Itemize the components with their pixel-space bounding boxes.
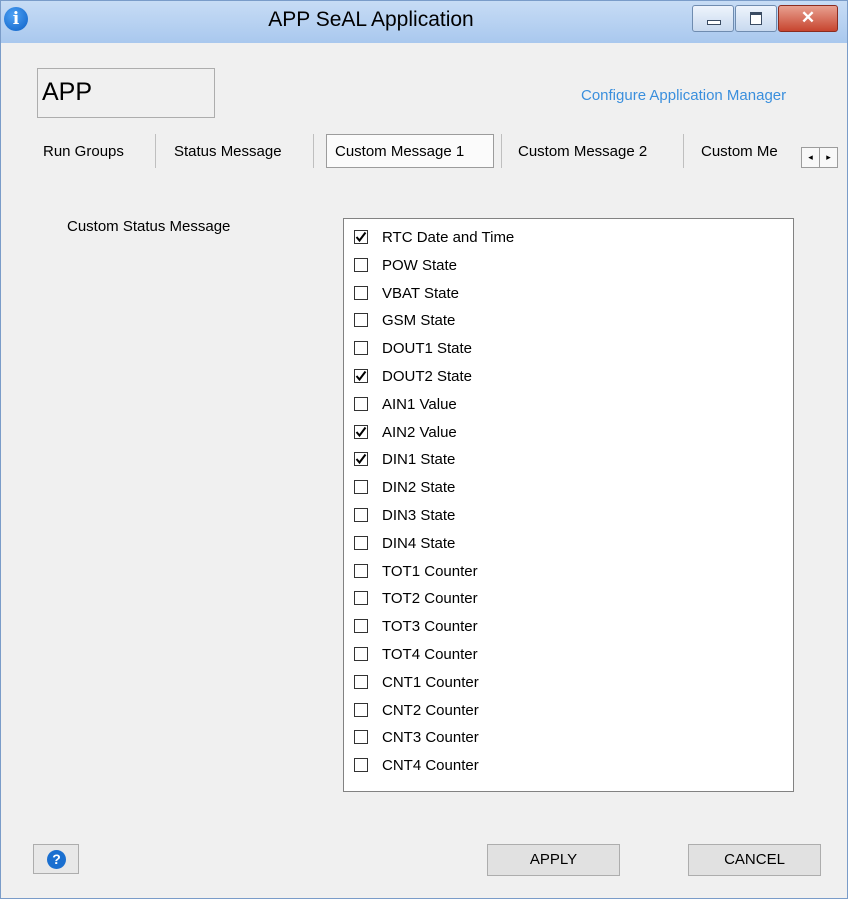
checkbox[interactable] (354, 619, 368, 634)
maximize-icon (750, 12, 762, 25)
checkbox[interactable] (354, 424, 368, 439)
list-item-label: CNT2 Counter (382, 701, 479, 719)
app-window: i APP SeAL Application ✕ APP Configure A… (0, 0, 848, 899)
list-item-label: CNT4 Counter (382, 757, 479, 775)
app-name-box: APP (37, 68, 215, 118)
list-item-label: POW State (382, 256, 458, 274)
maximize-button[interactable] (735, 5, 777, 32)
check-icon (355, 426, 367, 437)
help-button[interactable]: ? (33, 844, 79, 874)
checkbox[interactable] (354, 730, 368, 745)
custom-status-message-label: Custom Status Message (67, 218, 231, 235)
tab-custom-message-3[interactable]: Custom Me (701, 132, 799, 168)
check-icon (355, 370, 367, 382)
checkbox[interactable] (354, 535, 368, 550)
cancel-button[interactable]: CANCEL (688, 844, 821, 876)
checkbox[interactable] (354, 369, 368, 383)
list-item-label: DIN4 State (382, 534, 456, 552)
minimize-icon (707, 20, 721, 25)
help-icon: ? (47, 850, 66, 869)
list-item-label: DIN2 State (382, 479, 456, 497)
check-icon (355, 454, 367, 465)
list-item-label: CNT1 Counter (382, 673, 479, 691)
list-item-label: DIN1 State (382, 451, 456, 469)
checkbox[interactable] (354, 647, 368, 661)
tab-scroll-right-button[interactable]: ▸ (819, 147, 838, 168)
list-item-label: CNT3 Counter (382, 729, 479, 747)
checkbox[interactable] (354, 674, 368, 689)
list-item-label: RTC Date and Time (382, 229, 515, 246)
tab-divider (501, 134, 502, 168)
minimize-button[interactable] (692, 5, 734, 32)
tab-custom-message-2[interactable]: Custom Message 2 (518, 132, 647, 168)
list-item-label: GSM State (382, 312, 456, 330)
checkbox[interactable] (354, 230, 368, 244)
window-title: APP SeAL Application (268, 8, 474, 31)
list-item-label: DIN3 State (382, 507, 456, 524)
list-item-label: VBAT State (382, 284, 459, 302)
tab-divider (683, 134, 684, 168)
list-item-label: TOT2 Counter (382, 590, 478, 608)
checkbox[interactable] (354, 313, 368, 328)
configure-application-manager-link[interactable]: Configure Application Manager (581, 87, 786, 104)
checkbox[interactable] (354, 563, 368, 578)
custom-status-message-list[interactable]: RTC Date and Time POW State VBAT State GSM … (343, 218, 794, 792)
checkbox[interactable] (354, 591, 368, 606)
checkbox[interactable] (354, 396, 368, 411)
check-icon (355, 231, 367, 243)
checkbox[interactable] (354, 702, 368, 717)
checkbox[interactable] (354, 341, 368, 356)
apply-button[interactable]: APPLY (487, 844, 620, 876)
list-item-label: AIN2 Value (382, 423, 457, 441)
tab-run-groups[interactable]: Run Groups (43, 132, 124, 168)
checkbox[interactable] (354, 508, 368, 522)
tab-divider (155, 134, 156, 168)
tab-status-message[interactable]: Status Message (174, 132, 282, 168)
tab-divider (313, 134, 314, 168)
list-item-label: TOT4 Counter (382, 646, 478, 663)
list-item-label: AIN1 Value (382, 395, 457, 413)
title-bar[interactable]: i APP SeAL Application ✕ (1, 1, 847, 43)
checkbox[interactable] (354, 257, 368, 272)
checkbox[interactable] (354, 452, 368, 467)
tab-scroll-left-button[interactable]: ◂ (801, 147, 820, 168)
list-item-label: DOUT2 State (382, 368, 473, 385)
checkbox[interactable] (354, 285, 368, 300)
close-button[interactable]: ✕ (778, 5, 838, 32)
list-item-label: DOUT1 State (382, 340, 473, 358)
list-item-label: TOT3 Counter (382, 618, 478, 636)
tab-custom-message-1[interactable]: Custom Message 1 (326, 134, 494, 168)
close-icon: ✕ (800, 8, 816, 27)
checkbox[interactable] (354, 758, 368, 773)
list-item-label: TOT1 Counter (382, 562, 478, 580)
checkbox[interactable] (354, 480, 368, 495)
